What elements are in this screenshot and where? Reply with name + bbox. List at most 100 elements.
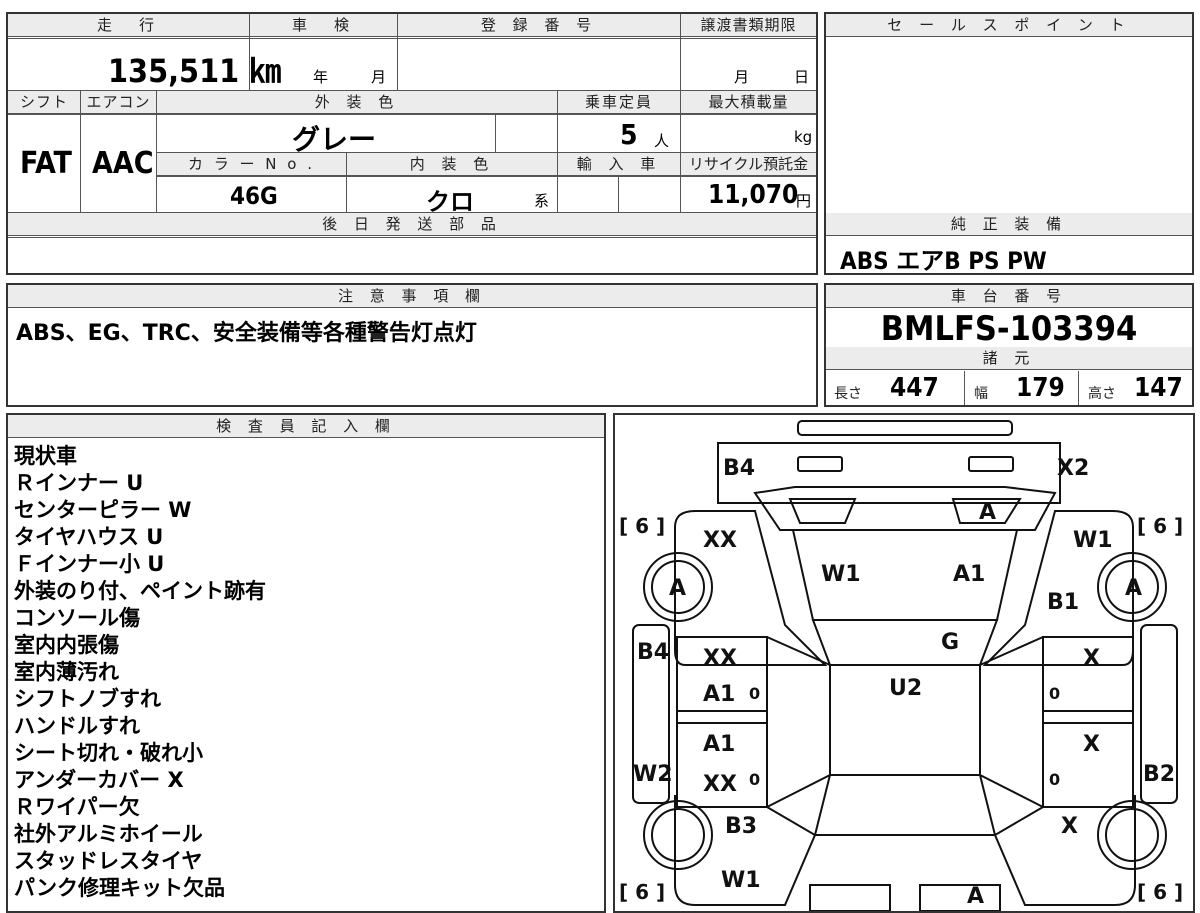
sales-point-panel: セ ー ル ス ポ イ ン ト 純 正 装 備 ABS エアB PS PW (824, 12, 1194, 275)
shift-value: FAT (20, 146, 72, 181)
mark-step-left: B4 (637, 640, 669, 665)
remark-line: 社外アルミホイール (14, 822, 203, 846)
recycle-unit: 円 (796, 192, 812, 210)
mark-door-rl-2: A1 (703, 682, 735, 707)
transfer-label: 譲渡書類期限 (681, 14, 816, 37)
mark-door-fl-2: XX (703, 772, 737, 797)
mark-rear-left: B4 (723, 456, 755, 481)
genuine-equipment-value: ABS エアB PS PW (840, 247, 1047, 275)
mileage-label: 走 行 (8, 14, 249, 37)
mark-fender-left: B3 (725, 814, 757, 839)
capacity-value: 5 (620, 118, 638, 151)
mark-wheel-rr: A (1125, 576, 1142, 601)
interior-label: 内 装 色 (347, 153, 557, 176)
registration-label: 登 録 番 号 (398, 14, 680, 37)
mark-door-fl-zero: 0 (749, 770, 760, 789)
sales-point-label: セ ー ル ス ポ イ ン ト (826, 14, 1192, 37)
exterior-color-label: 外 装 色 (157, 91, 557, 114)
mark-step-left-front: W2 (633, 762, 673, 787)
height-value: 147 (1134, 373, 1183, 403)
later-parts-label: 後 日 発 送 部 品 (8, 213, 816, 236)
mileage-value: 135,511 ㎞ (108, 52, 282, 90)
mark-step-right-front: B2 (1143, 762, 1175, 787)
specs-label: 諸 元 (826, 347, 1192, 370)
remark-line: センターピラー W (14, 498, 192, 522)
max-load-label: 最大積載量 (681, 91, 816, 114)
tread-rr: [ 6 ] (1137, 880, 1183, 904)
width-label: 幅 (974, 386, 988, 402)
remark-line: 室内内張傷 (14, 633, 119, 657)
recycle-value: 11,070 (708, 180, 799, 210)
vehicle-info-table: 走 行 車 検 登 録 番 号 譲渡書類期限 135,511 ㎞ 年 月 月 日… (6, 12, 818, 275)
mark-door-fr-zero: 0 (1049, 770, 1060, 789)
mark-roof-left: W1 (821, 562, 861, 587)
capacity-unit: 人 (654, 132, 670, 150)
remark-line: アンダーカバー X (14, 768, 184, 792)
mark-door-rl-1: XX (703, 646, 737, 671)
remark-line: 室内薄汚れ (14, 660, 119, 684)
chassis-label: 車 台 番 号 (826, 285, 1192, 308)
max-load-unit: kg (794, 128, 813, 146)
remark-line: Ｒインナー U (14, 471, 144, 495)
height-label: 高さ (1088, 386, 1116, 402)
inspection-month: 月 (371, 68, 387, 86)
remark-line: パンク修理キット欠品 (14, 876, 226, 900)
mark-door-rr-zero: 0 (1049, 684, 1060, 703)
mark-center: U2 (889, 676, 922, 701)
mark-roof-g: G (941, 630, 959, 655)
mark-wheel-rl: A (669, 576, 686, 601)
width-value: 179 (1016, 373, 1065, 403)
chassis-panel: 車 台 番 号 BMLFS-103394 諸 元 長さ 447 幅 179 高さ… (824, 283, 1194, 407)
import-label: 輸 入 車 (558, 153, 680, 176)
tread-rl: [ 6 ] (619, 880, 665, 904)
remark-line: コンソール傷 (14, 606, 140, 630)
remark-line: 外装のり付、ペイント跡有 (14, 579, 266, 603)
exterior-color-value: グレー (292, 123, 377, 156)
remark-line: スタッドレスタイヤ (14, 849, 203, 873)
genuine-equipment-label: 純 正 装 備 (826, 213, 1192, 236)
remark-line: ハンドルすれ (14, 714, 140, 738)
notes-label: 注 意 事 項 欄 (8, 285, 816, 308)
tread-fr: [ 6 ] (1137, 514, 1183, 538)
shift-label: シフト (8, 91, 80, 114)
damage-diagram-panel: B4 X2 A [ 6 ] [ 6 ] XX W1 W1 A1 A A B1 G… (613, 413, 1195, 913)
mark-front-left: W1 (721, 868, 761, 893)
tread-fl: [ 6 ] (619, 514, 665, 538)
transfer-month: 月 (734, 68, 750, 86)
inspector-label: 検 査 員 記 入 欄 (8, 415, 604, 438)
mark-door-rl-zero: 0 (749, 684, 760, 703)
interior-suffix: 系 (534, 192, 550, 210)
mark-door-rr: X (1083, 646, 1100, 671)
remark-line: シート切れ・破れ小 (14, 741, 203, 765)
capacity-label: 乗車定員 (558, 91, 680, 114)
remark-line: Ｆインナー小 U (14, 552, 165, 576)
mark-fender-right: X (1061, 814, 1078, 839)
length-label: 長さ (834, 386, 862, 402)
inspector-panel: 検 査 員 記 入 欄 現状車 Ｒインナー U センターピラー W タイヤハウス U Ｆ… (6, 413, 606, 913)
mark-rear-right: X2 (1057, 456, 1089, 481)
notes-panel: 注 意 事 項 欄 ABS、EG、TRC、安全装備等各種警告灯点灯 (6, 283, 818, 407)
mark-pillar-right: B1 (1047, 590, 1079, 615)
mark-quarter-left: XX (703, 528, 737, 553)
color-no-value: 46G (230, 182, 278, 210)
interior-value: クロ (426, 188, 474, 216)
chassis-value: BMLFS-103394 (880, 309, 1138, 349)
mark-quarter-right: W1 (1073, 528, 1113, 553)
remark-line: タイヤハウス U (14, 525, 164, 549)
remark-line: シフトノブすれ (14, 687, 161, 711)
mark-front-a: A (967, 884, 984, 909)
remark-line: 現状車 (14, 444, 77, 468)
transfer-day: 日 (794, 68, 810, 86)
notes-value: ABS、EG、TRC、安全装備等各種警告灯点灯 (16, 321, 477, 346)
mark-rear-glass: A (979, 500, 996, 525)
inspection-year: 年 (313, 68, 329, 86)
recycle-label: リサイクル預託金 (681, 153, 816, 176)
inspection-label: 車 検 (250, 14, 397, 37)
remarks-list: 現状車 Ｒインナー U センターピラー W タイヤハウス U Ｆインナー小 U 外装のり付… (14, 443, 266, 902)
mark-door-fl-1: A1 (703, 732, 735, 757)
aircon-value: AAC (92, 146, 154, 181)
car-damage-diagram: B4 X2 A [ 6 ] [ 6 ] XX W1 W1 A1 A A B1 G… (619, 420, 1183, 911)
mark-roof-right: A1 (953, 562, 985, 587)
length-value: 447 (890, 373, 939, 403)
aircon-label: エアコン (81, 91, 156, 114)
